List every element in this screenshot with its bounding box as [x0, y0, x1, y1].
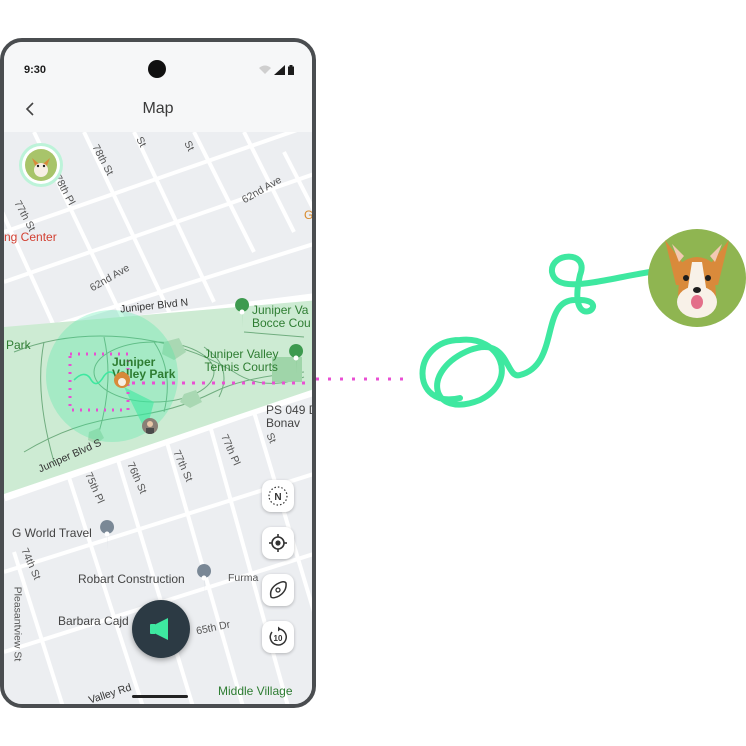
wifi-icon [259, 65, 271, 74]
battery-icon [288, 65, 294, 75]
my-location-icon [269, 534, 287, 552]
corgi-marker-icon [118, 378, 126, 386]
place-ps049: PS 049 D Bonav [266, 403, 312, 430]
place-g-edge: G [304, 208, 314, 222]
replay-10-icon: 10 [269, 626, 287, 646]
street-pleasantview-st: Pleasantview St [11, 586, 24, 662]
pet-walk-trail [419, 253, 653, 408]
pet-photo [648, 229, 746, 327]
page-title: Map [142, 100, 174, 117]
place-barbara: Barbara Cajd [58, 614, 129, 628]
place-robart-construction: Robart Construction [78, 572, 185, 586]
signal-icon [274, 65, 285, 75]
route-button[interactable] [262, 574, 294, 606]
trail-illustration [316, 229, 746, 408]
megaphone-icon [150, 618, 168, 640]
compass-button[interactable]: N [262, 480, 294, 512]
status-icons [259, 65, 294, 75]
status-bar: 9:30 [4, 42, 312, 92]
compass-icon: N [268, 486, 288, 506]
phone-frame: 9:30 Map 78th St 78th Pl 77th St St St 6… [0, 38, 316, 708]
place-g-world-travel: G World Travel [12, 526, 92, 540]
compass-label: N [274, 492, 281, 503]
app-bar: Map [4, 92, 312, 132]
corgi-avatar-icon [25, 149, 57, 181]
replay-button[interactable]: 10 [262, 621, 294, 653]
place-park: Park [6, 338, 31, 352]
place-tennis-courts: Juniper Valley Tennis Courts [204, 347, 279, 374]
pet-location-marker[interactable] [114, 372, 130, 388]
front-camera [148, 60, 166, 78]
gesture-nav-handle[interactable] [132, 695, 188, 698]
place-middle-village: Middle Village [218, 684, 293, 698]
travel-pin-icon [100, 520, 115, 550]
megaphone-fab[interactable] [132, 600, 190, 658]
person-icon [146, 421, 154, 434]
recenter-button[interactable] [262, 527, 294, 559]
route-icon [269, 580, 287, 599]
street-furman: Furma [228, 572, 259, 584]
place-bocce-court: Juniper Va Bocce Cou [252, 303, 311, 330]
place-ng-center: ng Center [4, 230, 57, 244]
pet-avatar-map[interactable] [22, 146, 60, 184]
replay-label: 10 [274, 634, 283, 643]
owner-location-marker[interactable] [142, 418, 158, 434]
status-time: 9:30 [24, 64, 47, 76]
